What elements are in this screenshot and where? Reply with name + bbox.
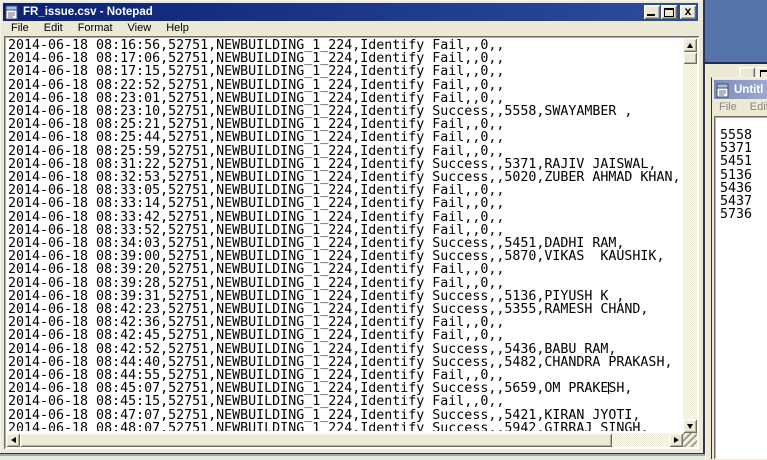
untitled-id-list: 5558 5371 5451 5136 5436 5437 5736 xyxy=(714,116,767,221)
untitled-menu-file[interactable]: File xyxy=(714,101,745,113)
scroll-left-button[interactable] xyxy=(6,433,20,447)
arrow-down-icon xyxy=(687,424,693,429)
vertical-scroll-thumb[interactable] xyxy=(683,52,697,64)
notepad-window: FR_issue.csv - Notepad x FileEditFormatV… xyxy=(0,0,705,454)
scroll-down-button[interactable] xyxy=(683,419,697,433)
vertical-scrollbar[interactable] xyxy=(683,38,697,433)
scroll-up-button[interactable] xyxy=(683,38,697,52)
untitled-titlebar[interactable]: Untitl xyxy=(714,80,767,99)
maximize-icon xyxy=(664,8,674,17)
arrow-right-icon xyxy=(674,437,679,443)
minimize-button[interactable] xyxy=(644,5,660,19)
text-caret xyxy=(608,382,609,394)
text-area[interactable]: 2014-06-18 08:16:56,52751,NEWBUILDING_1_… xyxy=(6,38,683,431)
minimize-icon xyxy=(647,14,655,16)
notepad-icon[interactable] xyxy=(4,4,20,20)
arrow-left-icon xyxy=(11,437,16,443)
menu-format[interactable]: Format xyxy=(71,22,120,34)
untitled-text-area[interactable]: 5558 5371 5451 5136 5436 5437 5736 xyxy=(714,116,767,459)
untitled-window-title: Untitl xyxy=(734,84,763,96)
scroll-right-button[interactable] xyxy=(669,433,683,447)
horizontal-scroll-thumb[interactable] xyxy=(20,433,612,447)
untitled-menu-edit[interactable]: Edit xyxy=(745,101,767,113)
desktop-background xyxy=(705,0,767,62)
edit-client-area: 2014-06-18 08:16:56,52751,NEWBUILDING_1_… xyxy=(4,36,699,449)
menu-view[interactable]: View xyxy=(121,22,159,34)
close-button[interactable]: x xyxy=(680,5,696,19)
untitled-notepad-window: Untitl FileEdit 5558 5371 5451 5136 5436… xyxy=(711,77,767,459)
arrow-up-icon xyxy=(687,43,693,48)
untitled-menubar: FileEdit xyxy=(714,101,767,116)
close-icon: x xyxy=(680,4,696,18)
menu-file[interactable]: File xyxy=(4,22,36,34)
menubar: FileEditFormatViewHelp xyxy=(3,21,698,37)
maximize-button[interactable] xyxy=(661,5,677,19)
window-title: FR_issue.csv - Notepad xyxy=(23,6,644,18)
horizontal-scrollbar[interactable] xyxy=(6,433,683,447)
notepad-icon[interactable] xyxy=(715,82,731,98)
menu-help[interactable]: Help xyxy=(159,22,196,34)
titlebar[interactable]: FR_issue.csv - Notepad x xyxy=(3,3,698,21)
csv-text: 2014-06-18 08:16:56,52751,NEWBUILDING_1_… xyxy=(6,38,683,431)
menu-edit[interactable]: Edit xyxy=(37,22,70,34)
window-bottom-edge xyxy=(0,454,705,458)
resize-grip[interactable] xyxy=(683,433,697,447)
